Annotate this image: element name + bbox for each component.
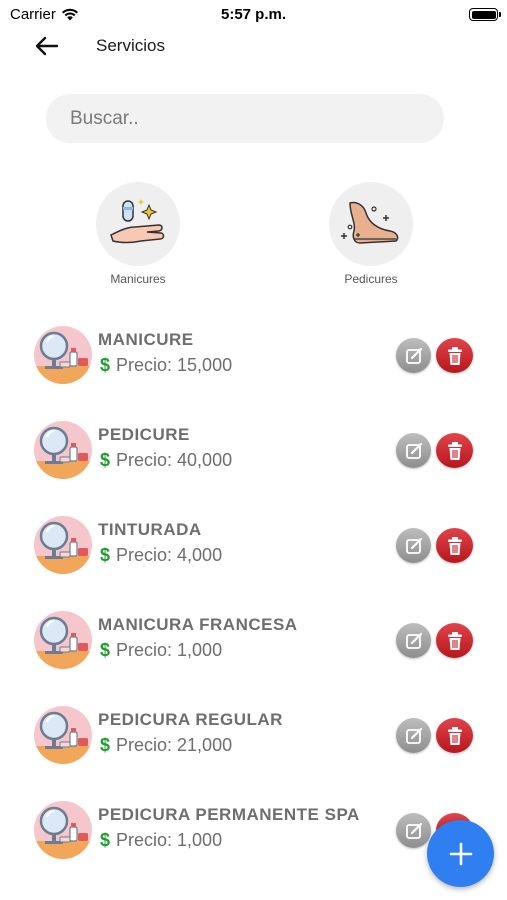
- vanity-mirror-icon: [34, 711, 92, 764]
- category-manicures-label: Manicures: [110, 272, 166, 286]
- arrow-left-icon: [35, 36, 59, 56]
- service-thumbnail: [34, 706, 92, 764]
- back-button[interactable]: [33, 32, 61, 60]
- service-price-row: $ Precio: 15,000: [100, 355, 232, 376]
- service-price-row: $ Precio: 1,000: [100, 830, 222, 851]
- service-thumbnail: [34, 516, 92, 574]
- trash-icon: [447, 346, 462, 365]
- delete-button[interactable]: [436, 623, 473, 658]
- vanity-mirror-icon: [34, 806, 92, 859]
- edit-button[interactable]: [396, 813, 431, 848]
- service-row[interactable]: PEDICURA REGULAR $ Precio: 21,000: [0, 702, 507, 772]
- category-pedicures[interactable]: Pedicures: [311, 182, 431, 286]
- service-row[interactable]: TINTURADA $ Precio: 4,000: [0, 512, 507, 582]
- dollar-icon: $: [100, 640, 111, 660]
- vanity-mirror-icon: [34, 616, 92, 669]
- edit-button[interactable]: [396, 623, 431, 658]
- trash-icon: [447, 631, 462, 650]
- service-name: TINTURADA: [98, 520, 202, 539]
- service-price-row: $ Precio: 1,000: [100, 640, 222, 661]
- dollar-icon: $: [100, 545, 111, 565]
- battery-icon: [469, 8, 501, 21]
- edit-icon: [405, 347, 422, 364]
- service-price: Precio: 4,000: [116, 545, 223, 565]
- service-name: PEDICURE: [98, 425, 190, 444]
- search-bar: [46, 94, 444, 143]
- edit-icon: [405, 727, 422, 744]
- edit-icon: [405, 632, 422, 649]
- edit-button[interactable]: [396, 433, 431, 468]
- delete-button[interactable]: [436, 528, 473, 563]
- service-row[interactable]: MANICURE $ Precio: 15,000: [0, 322, 507, 392]
- edit-button[interactable]: [396, 528, 431, 563]
- dollar-icon: $: [100, 450, 111, 470]
- trash-icon: [447, 441, 462, 460]
- vanity-mirror-icon: [34, 521, 92, 574]
- dollar-icon: $: [100, 735, 111, 755]
- service-price-row: $ Precio: 21,000: [100, 735, 232, 756]
- service-price-row: $ Precio: 40,000: [100, 450, 232, 471]
- service-thumbnail: [34, 611, 92, 669]
- status-bar: Carrier 5:57 p.m.: [0, 0, 507, 30]
- category-manicures-image: [96, 182, 180, 266]
- page-title: Servicios: [96, 36, 165, 55]
- status-time: 5:57 p.m.: [220, 6, 287, 23]
- trash-icon: [447, 536, 462, 555]
- dollar-icon: $: [100, 830, 111, 850]
- edit-icon: [405, 822, 422, 839]
- service-price: Precio: 15,000: [116, 355, 233, 375]
- delete-button[interactable]: [436, 338, 473, 373]
- foot-icon: [341, 201, 399, 244]
- service-name: PEDICURA REGULAR: [98, 710, 283, 729]
- service-thumbnail: [34, 326, 92, 384]
- category-manicures[interactable]: Manicures: [78, 182, 198, 286]
- plus-icon: [449, 842, 472, 865]
- service-price: Precio: 1,000: [116, 640, 223, 660]
- edit-button[interactable]: [396, 718, 431, 753]
- service-name: MANICURA FRANCESA: [98, 615, 298, 634]
- category-pedicures-label: Pedicures: [344, 272, 398, 286]
- nav-header: Servicios: [0, 28, 507, 64]
- edit-icon: [405, 537, 422, 554]
- edit-icon: [405, 442, 422, 459]
- hand-nails-icon: [110, 199, 165, 244]
- delete-button[interactable]: [436, 718, 473, 753]
- category-pedicures-image: [329, 182, 413, 266]
- dollar-icon: $: [100, 355, 111, 375]
- service-row[interactable]: PEDICURE $ Precio: 40,000: [0, 417, 507, 487]
- service-thumbnail: [34, 801, 92, 859]
- service-name: PEDICURA PERMANENTE SPA: [98, 805, 360, 824]
- vanity-mirror-icon: [34, 331, 92, 384]
- service-price: Precio: 21,000: [116, 735, 233, 755]
- service-thumbnail: [34, 421, 92, 479]
- trash-icon: [447, 726, 462, 745]
- service-price: Precio: 40,000: [116, 450, 233, 470]
- service-price: Precio: 1,000: [116, 830, 223, 850]
- delete-button[interactable]: [436, 433, 473, 468]
- search-input[interactable]: [46, 94, 444, 143]
- add-service-button[interactable]: [427, 820, 494, 887]
- edit-button[interactable]: [396, 338, 431, 373]
- service-name: MANICURE: [98, 330, 194, 349]
- vanity-mirror-icon: [34, 426, 92, 479]
- service-price-row: $ Precio: 4,000: [100, 545, 222, 566]
- service-row[interactable]: MANICURA FRANCESA $ Precio: 1,000: [0, 607, 507, 677]
